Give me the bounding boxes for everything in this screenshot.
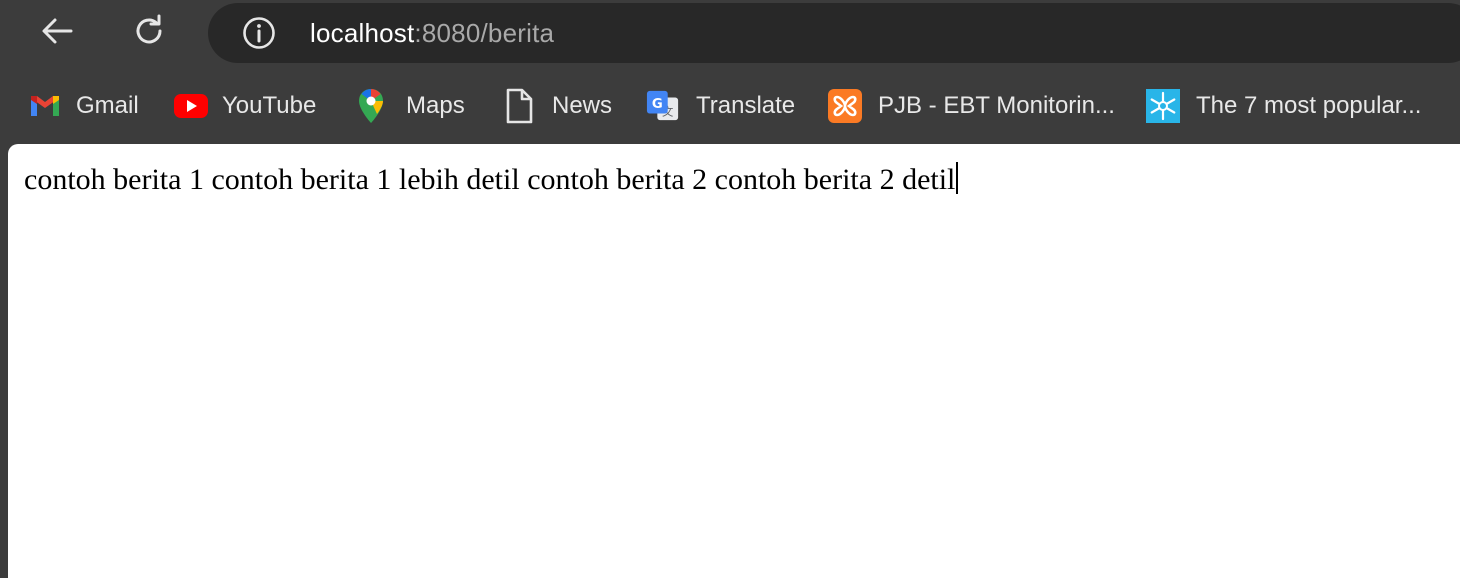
- bookmark-news[interactable]: News: [502, 86, 612, 126]
- page-body-text: contoh berita 1 contoh berita 1 lebih de…: [24, 162, 959, 198]
- bookmark-maps[interactable]: Maps: [354, 86, 465, 126]
- back-arrow-icon: [37, 11, 77, 56]
- snowflake-icon: [1146, 89, 1180, 123]
- bookmark-label: Gmail: [76, 92, 139, 119]
- address-bar[interactable]: localhost:8080/berita: [208, 3, 1460, 63]
- bookmark-label: YouTube: [222, 92, 317, 119]
- bookmark-gmail[interactable]: Gmail: [28, 86, 139, 126]
- translate-icon: 文 G: [646, 89, 680, 123]
- xampp-icon: [828, 89, 862, 123]
- url-path: :8080/berita: [414, 18, 555, 48]
- bookmark-youtube[interactable]: YouTube: [174, 86, 316, 126]
- info-icon[interactable]: [242, 16, 276, 50]
- bookmark-translate[interactable]: 文 G Translate: [646, 86, 795, 126]
- browser-window: localhost:8080/berita Gmail YouTube Maps…: [0, 0, 1460, 578]
- news-text: contoh berita 1 contoh berita 1 lebih de…: [24, 163, 956, 196]
- youtube-icon: [174, 89, 208, 123]
- bookmark-pjb-ebt[interactable]: PJB - EBT Monitorin...: [828, 86, 1115, 126]
- document-icon: [502, 88, 536, 124]
- bookmarks-bar: Gmail YouTube Maps News 文 G Translate PJ…: [0, 76, 1460, 136]
- maps-icon: [354, 89, 388, 123]
- bookmark-label: Maps: [406, 92, 465, 119]
- browser-toolbar: localhost:8080/berita: [0, 0, 1460, 70]
- bookmark-label: PJB - EBT Monitorin...: [878, 92, 1115, 119]
- bookmark-label: The 7 most popular...: [1196, 92, 1422, 119]
- gmail-icon: [28, 89, 62, 123]
- back-button[interactable]: [32, 8, 82, 58]
- bookmark-label: Translate: [696, 92, 796, 119]
- text-cursor: [956, 162, 959, 194]
- page-content: contoh berita 1 contoh berita 1 lebih de…: [8, 144, 1460, 578]
- url-host: localhost: [310, 18, 415, 48]
- bookmark-label: News: [552, 92, 613, 119]
- bookmark-the-7-most-popular[interactable]: The 7 most popular...: [1146, 86, 1421, 126]
- svg-text:G: G: [652, 97, 663, 112]
- reload-icon: [129, 11, 169, 56]
- reload-button[interactable]: [124, 8, 174, 58]
- url-text[interactable]: localhost:8080/berita: [310, 17, 554, 49]
